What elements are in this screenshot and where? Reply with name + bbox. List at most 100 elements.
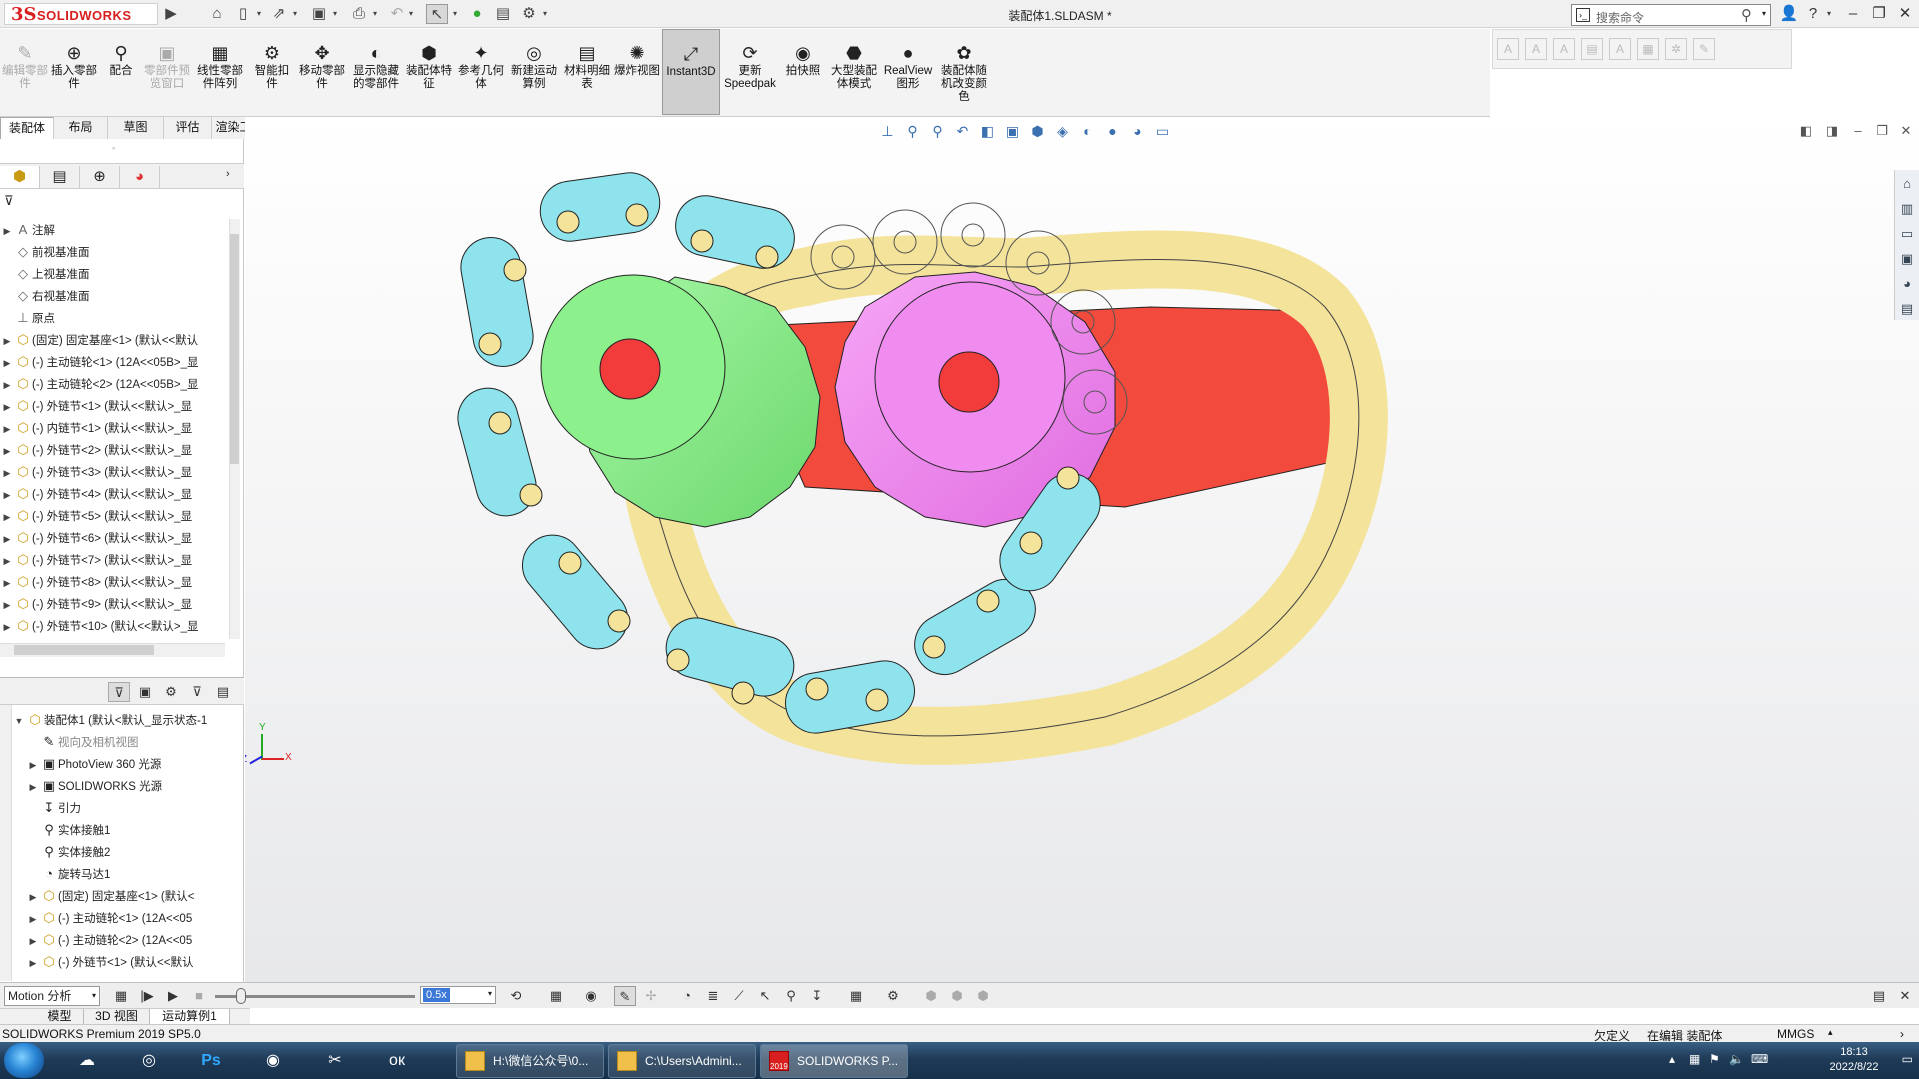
ribbon-button[interactable]: ⟳ 更新Speedpak bbox=[722, 29, 778, 115]
menu-expand-icon[interactable]: ▶ bbox=[160, 4, 182, 24]
expand-arrow-icon[interactable]: ▶ bbox=[0, 594, 14, 615]
tool-icon-8[interactable]: ✎ bbox=[1693, 38, 1715, 60]
autokey-icon[interactable]: ✎ bbox=[614, 986, 636, 1006]
options-dropdown-icon[interactable]: ▾ bbox=[540, 4, 550, 24]
calculate-icon[interactable]: ▦ bbox=[110, 986, 132, 1006]
motion-tree-item[interactable]: ▶ ⬡ (固定) 固定基座<1> (默认< bbox=[12, 885, 242, 907]
expand-arrow-icon[interactable]: ▶ bbox=[0, 220, 14, 241]
solidworks-logo[interactable]: 3S SOLIDWORKS bbox=[4, 3, 158, 25]
graphics-area[interactable]: ⊥ ⚲ ⚲ ↶ ◧ ▣ ⬢ ◈ ◐ ● ◕ ▭ ◧ ◨ – ❐ ✕ Y X bbox=[245, 117, 1919, 982]
property-manager-tab-icon[interactable]: ▤ bbox=[40, 166, 80, 188]
expand-arrow-icon[interactable]: ▶ bbox=[0, 506, 14, 527]
ime-icon[interactable]: ⌨ bbox=[1751, 1052, 1768, 1066]
collapse-motion-manager-icon[interactable]: ▤ bbox=[1868, 986, 1890, 1006]
start-button[interactable] bbox=[4, 1043, 44, 1078]
photoshop-icon[interactable]: Ps bbox=[188, 1045, 234, 1077]
home-icon[interactable]: ⌂ bbox=[206, 4, 228, 24]
import-loads-icon[interactable]: ⬢ bbox=[946, 986, 968, 1006]
tab-item[interactable]: 评估 bbox=[164, 117, 212, 139]
tab-item[interactable]: 布局 bbox=[54, 117, 108, 139]
filter-driving-icon[interactable]: ⚙ bbox=[160, 682, 182, 702]
ribbon-button[interactable]: ✥ 移动零部件 bbox=[296, 29, 348, 115]
save-animation-icon[interactable]: ▦ bbox=[545, 986, 567, 1006]
expand-arrow-icon[interactable]: ▶ bbox=[0, 396, 14, 417]
ribbon-button[interactable]: ⚲ 配合 bbox=[100, 29, 142, 115]
tab-item[interactable]: 装配体 bbox=[0, 117, 54, 139]
open-file-icon[interactable]: ⇗ bbox=[268, 4, 290, 24]
expand-arrow-icon[interactable]: ▶ bbox=[26, 886, 40, 907]
motion-tree-item[interactable]: ▶ ▣ PhotoView 360 光源 bbox=[12, 753, 242, 775]
clock[interactable]: 18:13 2022/8/22 bbox=[1819, 1045, 1889, 1075]
tree-item[interactable]: ▶ ⬡ (-) 外链节<6> (默认<<默认>_显 bbox=[0, 527, 232, 549]
ribbon-button[interactable]: ◐ 显示隐藏的零部件 bbox=[350, 29, 402, 115]
close-window-icon[interactable]: ✕ bbox=[1892, 3, 1918, 25]
tree-item[interactable]: ▶ ⬡ (-) 外链节<5> (默认<<默认>_显 bbox=[0, 505, 232, 527]
contact-icon[interactable]: ⚲ bbox=[780, 986, 802, 1006]
ribbon-button[interactable]: ● RealView图形 bbox=[882, 29, 934, 115]
rebuild-icon[interactable]: ● bbox=[466, 4, 488, 24]
tree-item[interactable]: ▶ ⬡ (-) 外链节<9> (默认<<默认>_显 bbox=[0, 593, 232, 615]
play-icon[interactable]: ▶ bbox=[162, 986, 184, 1006]
playback-speed-select[interactable]: 0.5x ▾ bbox=[420, 986, 496, 1004]
tree-item[interactable]: ▶ ⬡ (-) 外链节<8> (默认<<默认>_显 bbox=[0, 571, 232, 593]
model-tab[interactable]: 运动算例1 bbox=[150, 1009, 230, 1025]
print-dropdown-icon[interactable]: ▾ bbox=[370, 4, 380, 24]
motion-study-properties-icon[interactable]: ⚙ bbox=[882, 986, 904, 1006]
expand-arrow-icon[interactable]: ▶ bbox=[26, 930, 40, 951]
model-tab[interactable]: 3D 视图 bbox=[84, 1009, 150, 1025]
model-tab[interactable]: 模型 bbox=[36, 1009, 84, 1025]
ribbon-button[interactable]: ✦ 参考几何体 bbox=[456, 29, 506, 115]
tool-icon-1[interactable]: A bbox=[1497, 38, 1519, 60]
tree-item[interactable]: ▶ ⬡ (-) 内链节<1> (默认<<默认>_显 bbox=[0, 417, 232, 439]
taskbar-task[interactable]: H:\微信公众号\0... bbox=[456, 1044, 604, 1078]
tree-item[interactable]: ▶ ⬡ (-) 主动链轮<1> (12A<<05B>_显 bbox=[0, 351, 232, 373]
motion-filter-icon[interactable]: ⊽ bbox=[108, 682, 130, 702]
motion-tree-scrollbar[interactable] bbox=[0, 705, 12, 981]
add-key-icon[interactable]: ✢ bbox=[640, 986, 662, 1006]
panel-grip-icon[interactable]: ◦ bbox=[112, 143, 115, 153]
flag-icon[interactable]: ⚑ bbox=[1709, 1052, 1720, 1066]
volume-icon[interactable]: 🔈 bbox=[1729, 1052, 1744, 1066]
solidworks-resources-icon[interactable]: ⌂ bbox=[1896, 173, 1918, 195]
force-icon[interactable]: ↖ bbox=[754, 986, 776, 1006]
file-properties-icon[interactable]: ▤ bbox=[492, 4, 514, 24]
expand-arrow-icon[interactable]: ▶ bbox=[26, 776, 40, 797]
tree-item[interactable]: ⊥ 原点 bbox=[0, 307, 232, 329]
select-cursor-icon[interactable]: ↖ bbox=[426, 4, 448, 24]
custom-properties-icon[interactable]: ▤ bbox=[1896, 298, 1918, 320]
tree-scroll-thumb[interactable] bbox=[230, 234, 239, 464]
ribbon-button[interactable]: ⊕ 插入零部件 bbox=[50, 29, 98, 115]
motion-tree-item[interactable]: ◔ 旋转马达1 bbox=[12, 863, 242, 885]
filter-selected-icon[interactable]: ⊽ bbox=[186, 682, 208, 702]
tree-item[interactable]: ▶ ⬡ (-) 外链节<7> (默认<<默认>_显 bbox=[0, 549, 232, 571]
status-bar-expand-icon[interactable]: › bbox=[1900, 1027, 1904, 1041]
ribbon-button[interactable]: ⤢ Instant3D bbox=[662, 29, 720, 115]
search-icon[interactable]: ⚲ bbox=[1741, 6, 1752, 24]
tool-icon-3[interactable]: A bbox=[1553, 38, 1575, 60]
tree-item[interactable]: ▶ ⬡ (-) 外链节<10> (默认<<默认>_显 bbox=[0, 615, 232, 637]
expand-arrow-icon[interactable]: ▶ bbox=[0, 440, 14, 461]
ribbon-button[interactable]: ⬢ 装配体特征 bbox=[404, 29, 454, 115]
assembly-3d-model[interactable] bbox=[245, 117, 1894, 982]
expand-arrow-icon[interactable]: ▶ bbox=[0, 330, 14, 351]
tree-item[interactable]: ◇ 前视基准面 bbox=[0, 241, 232, 263]
media-app-icon[interactable]: ◉ bbox=[250, 1045, 296, 1077]
ribbon-button[interactable]: ✺ 爆炸视图 bbox=[614, 29, 660, 115]
tree-item[interactable]: ▶ ⬡ (-) 外链节<4> (默认<<默认>_显 bbox=[0, 483, 232, 505]
units-dropdown-icon[interactable]: ▴ bbox=[1828, 1027, 1833, 1038]
select-dropdown-icon[interactable]: ▾ bbox=[450, 4, 460, 24]
expand-arrow-icon[interactable]: ▶ bbox=[0, 418, 14, 439]
print-icon[interactable]: ⎙ bbox=[348, 4, 370, 24]
tree-item[interactable]: ▶ ⬡ (固定) 固定基座<1> (默认<<默认 bbox=[0, 329, 232, 351]
tool-icon-4[interactable]: ▤ bbox=[1581, 38, 1603, 60]
collapse-tree-icon[interactable]: ▤ bbox=[212, 682, 234, 702]
taskbar-task[interactable]: C:\Users\Admini... bbox=[608, 1044, 756, 1078]
motion-tree-item[interactable]: ✎ 视向及相机视图 bbox=[12, 731, 242, 753]
expand-arrow-icon[interactable]: ▶ bbox=[26, 908, 40, 929]
search-commands-input[interactable]: ›_ 搜索命令 ⚲ ▾ bbox=[1571, 4, 1771, 26]
save-icon[interactable]: ▣ bbox=[308, 4, 330, 24]
config-manager-tab-icon[interactable]: ⊕ bbox=[80, 166, 120, 188]
help-dropdown-icon[interactable]: ▾ bbox=[1824, 4, 1834, 24]
browser-icon[interactable]: ◎ bbox=[126, 1045, 172, 1077]
undo-dropdown-icon[interactable]: ▾ bbox=[406, 4, 416, 24]
